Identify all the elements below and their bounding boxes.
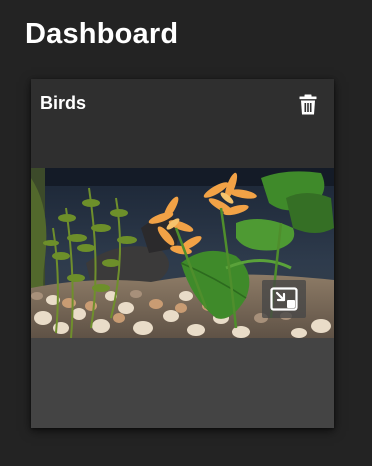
card-title: Birds [40, 93, 87, 113]
card-footer [31, 338, 334, 428]
trash-icon [299, 94, 317, 114]
delete-button[interactable] [293, 90, 323, 118]
camera-feed-image[interactable] [31, 168, 334, 338]
camera-card: Birds [31, 79, 334, 428]
picture-in-picture-button[interactable] [262, 280, 306, 318]
card-header: Birds [31, 79, 334, 127]
picture-in-picture-icon [270, 287, 298, 311]
page-title: Dashboard [25, 18, 179, 50]
